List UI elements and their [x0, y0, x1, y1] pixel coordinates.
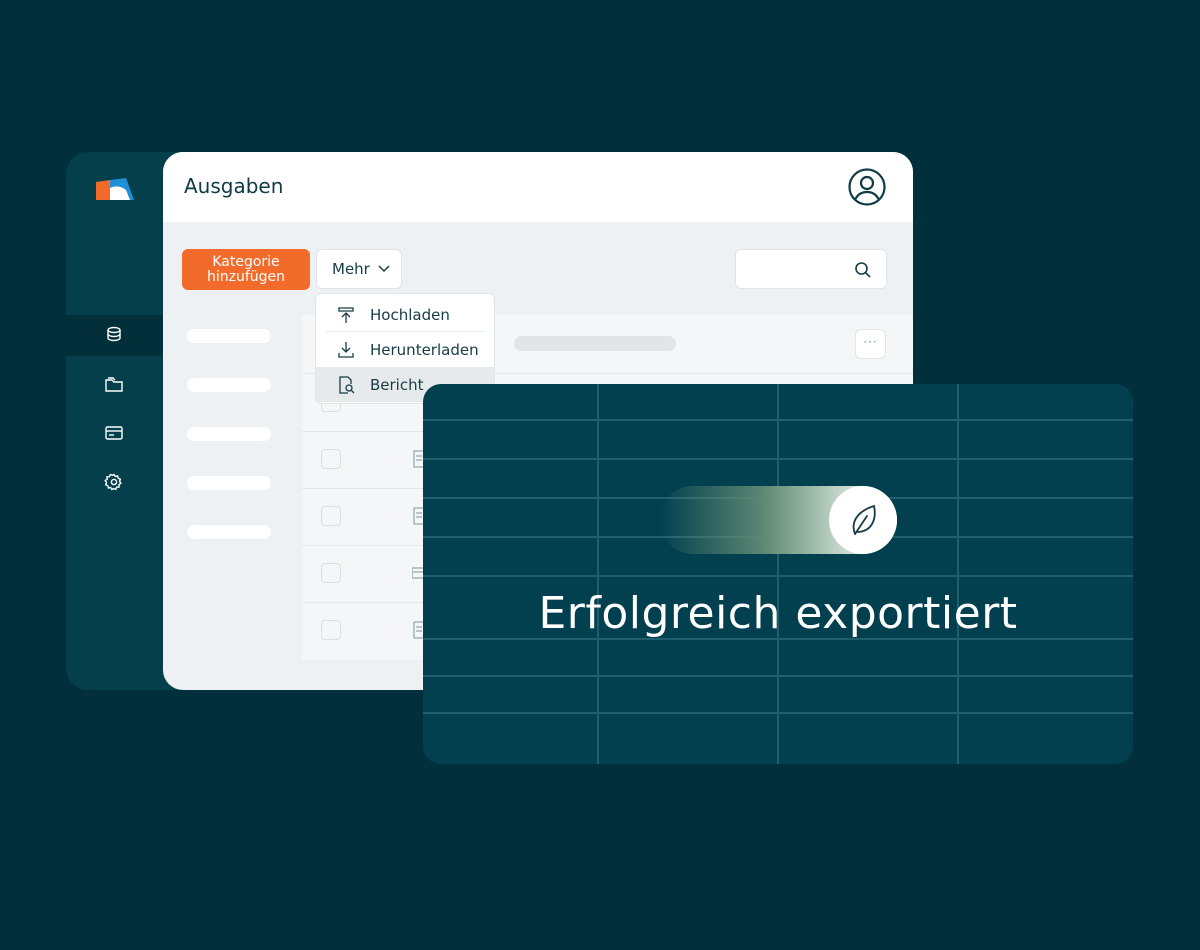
leaf-icon [852, 504, 876, 535]
app-logo [96, 178, 134, 200]
upload-icon [338, 306, 354, 323]
row-checkbox[interactable] [321, 620, 341, 640]
category-placeholder[interactable] [187, 329, 271, 343]
menu-item-label: Herunterladen [370, 340, 479, 359]
user-avatar-icon[interactable] [847, 167, 887, 207]
category-placeholder[interactable] [187, 378, 271, 392]
credit-card-icon[interactable] [103, 422, 125, 444]
window-header: Ausgaben [163, 152, 913, 222]
report-search-icon [339, 375, 355, 394]
add-category-button[interactable]: Kategorie hinzufügen [182, 249, 310, 290]
export-success-card: Erfolgreich exportiert [423, 384, 1133, 764]
download-icon [338, 341, 354, 358]
more-options-button[interactable]: ··· [855, 329, 886, 359]
menu-item-download[interactable]: Herunterladen [316, 332, 494, 367]
folder-icon[interactable] [103, 373, 125, 395]
search-input[interactable] [744, 250, 848, 288]
menu-item-label: Bericht [370, 375, 424, 394]
more-button[interactable]: Mehr [316, 249, 402, 289]
menu-item-upload[interactable]: Hochladen [316, 297, 494, 332]
category-placeholder[interactable] [187, 525, 271, 539]
coins-icon[interactable] [103, 324, 125, 346]
more-button-label: Mehr [332, 260, 370, 278]
header-placeholder [514, 336, 676, 351]
gear-icon[interactable] [103, 471, 125, 493]
row-checkbox[interactable] [321, 563, 341, 583]
page-title: Ausgaben [184, 174, 284, 198]
success-toggle-knob [829, 486, 897, 554]
category-placeholder[interactable] [187, 476, 271, 490]
category-placeholder[interactable] [187, 427, 271, 441]
chevron-down-icon [378, 265, 390, 273]
grid-line [957, 384, 959, 764]
row-checkbox[interactable] [321, 449, 341, 469]
search-icon[interactable] [854, 261, 872, 279]
success-message: Erfolgreich exportiert [538, 588, 1018, 639]
grid-line [777, 384, 779, 764]
grid-line [597, 384, 599, 764]
menu-item-label: Hochladen [370, 305, 450, 324]
search-box[interactable] [735, 249, 887, 289]
row-checkbox[interactable] [321, 506, 341, 526]
